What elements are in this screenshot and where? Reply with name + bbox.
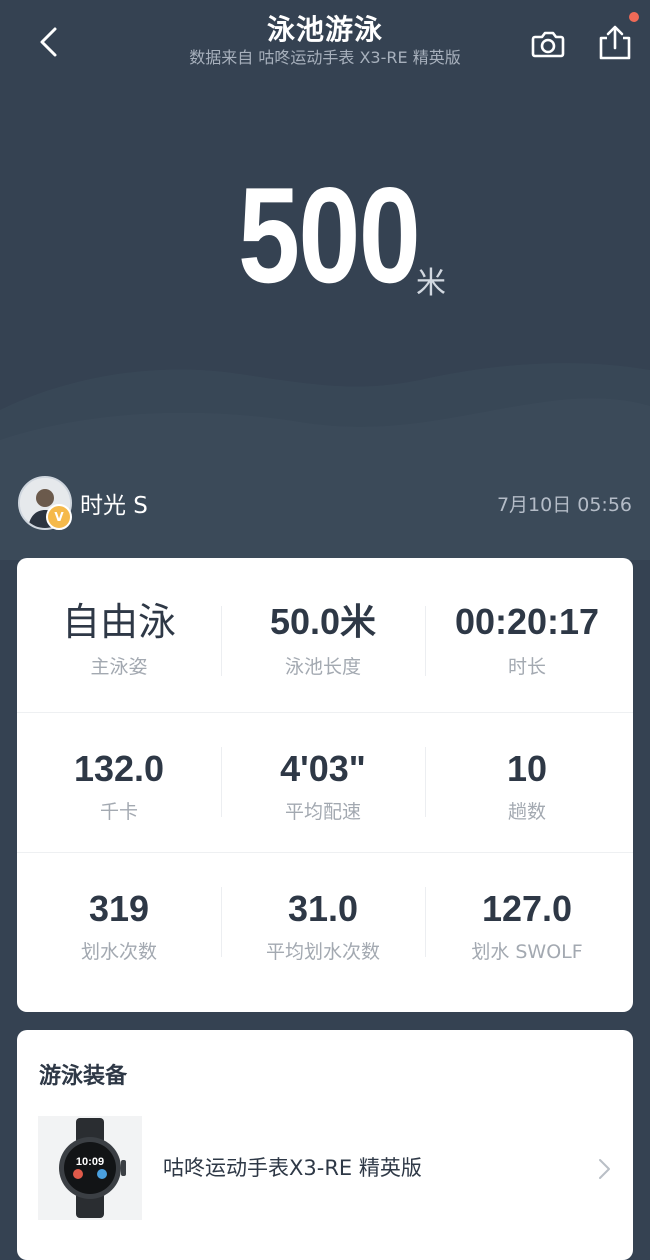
stat-value: 319: [88, 888, 150, 929]
stat-value: 00:20:17: [454, 601, 600, 642]
camera-button[interactable]: [528, 24, 568, 64]
stat-label: 趟数: [507, 801, 546, 823]
stat-label: 千卡: [99, 801, 138, 823]
user-info-row: V 时光 S 7月10日 05:56: [0, 474, 650, 530]
username[interactable]: 时光 S: [80, 486, 148, 520]
stat-value: 132.0: [73, 748, 165, 789]
stat-value: 31.0: [287, 888, 359, 929]
vip-badge: V: [46, 504, 72, 530]
chevron-right-icon: [599, 1159, 610, 1179]
stats-card: 自由泳 主泳姿 50.0米 泳池长度 00:20:17 时长 132.0 千卡 …: [17, 558, 633, 1012]
distance-value: 500: [238, 159, 421, 311]
stat-value: 127.0: [481, 888, 573, 929]
stat-label: 划水次数: [80, 941, 157, 963]
stat-swolf: 127.0 划水 SWOLF: [425, 853, 629, 993]
equipment-name: 咕咚运动手表X3-RE 精英版: [163, 1156, 422, 1180]
equipment-item[interactable]: 10:09 咕咚运动手表X3-RE 精英版: [17, 1114, 633, 1224]
stat-value: 4'03": [280, 748, 366, 789]
distance-unit: 米: [416, 266, 446, 301]
watch-time: 10:09: [76, 1156, 104, 1168]
stat-duration: 00:20:17 时长: [425, 572, 629, 712]
stat-value: 自由泳: [61, 600, 176, 644]
stat-pool-length: 50.0米 泳池长度: [221, 572, 425, 712]
stat-label: 平均配速: [284, 801, 361, 823]
stat-avg-pace: 4'03" 平均配速: [221, 713, 425, 853]
stat-value: 10: [506, 748, 548, 789]
watch-thumbnail: 10:09: [38, 1116, 142, 1220]
stat-label: 主泳姿: [90, 656, 148, 678]
stat-calories: 132.0 千卡: [17, 713, 221, 853]
top-bar: 泳池游泳 数据来自 咕咚运动手表 X3-RE 精英版: [0, 0, 650, 80]
stat-label: 泳池长度: [284, 656, 361, 678]
stat-label: 划水 SWOLF: [471, 941, 583, 963]
stat-avg-strokes: 31.0 平均划水次数: [221, 853, 425, 993]
stat-label: 平均划水次数: [265, 941, 380, 963]
stats-row: 自由泳 主泳姿 50.0米 泳池长度 00:20:17 时长: [17, 572, 633, 712]
equipment-title: 游泳装备: [39, 1064, 128, 1089]
share-icon: [599, 25, 631, 60]
notification-dot: [629, 12, 639, 22]
stat-value: 50.0米: [269, 601, 377, 642]
distance-summary: 500 米: [0, 160, 650, 310]
stat-label: 时长: [507, 656, 546, 678]
stat-main-stroke: 自由泳 主泳姿: [17, 572, 221, 712]
watch-icon: 10:09: [59, 1118, 126, 1218]
camera-icon: [531, 31, 565, 58]
equipment-card: 游泳装备 10:09 咕咚运动手表X3-RE 精英版: [17, 1030, 633, 1260]
share-button[interactable]: [594, 22, 636, 64]
stats-row: 319 划水次数 31.0 平均划水次数 127.0 划水 SWOLF: [17, 852, 633, 993]
stat-stroke-count: 319 划水次数: [17, 853, 221, 993]
stat-laps: 10 趟数: [425, 713, 629, 853]
stats-row: 132.0 千卡 4'03" 平均配速 10 趟数: [17, 712, 633, 853]
workout-datetime: 7月10日 05:56: [496, 494, 632, 516]
